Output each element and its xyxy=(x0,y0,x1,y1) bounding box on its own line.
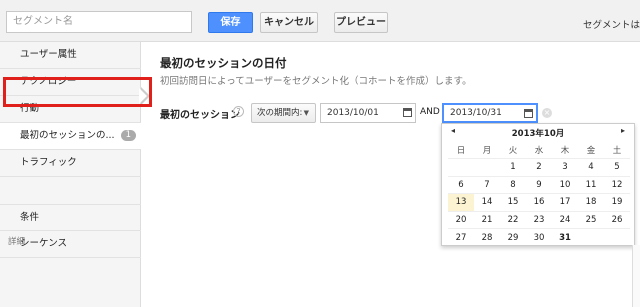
calendar-day[interactable]: 12 xyxy=(604,175,630,194)
scroll-edge xyxy=(632,245,640,307)
calendar-day[interactable]: 10 xyxy=(552,175,578,194)
calendar-icon[interactable] xyxy=(403,108,412,117)
calendar-empty-cell xyxy=(604,228,630,246)
calendar-day[interactable]: 11 xyxy=(578,175,604,194)
calendar-day[interactable]: 24 xyxy=(552,210,578,229)
weekday-label: 金 xyxy=(586,145,596,156)
sidebar-item-demographics[interactable]: ユーザー属性 xyxy=(0,42,141,69)
calendar-week-row: 12345 xyxy=(448,158,630,176)
calendar-day[interactable]: 3 xyxy=(552,158,578,176)
calendar-day[interactable]: 29 xyxy=(500,228,526,246)
sidebar-item-label: トラフィック xyxy=(20,157,77,168)
weekday-label: 土 xyxy=(612,145,622,156)
condition-count-badge: 1 xyxy=(120,130,136,141)
chevron-down-icon: ▼ xyxy=(303,109,309,117)
calendar-day[interactable]: 14 xyxy=(474,193,500,211)
calendar-day[interactable]: 18 xyxy=(578,193,604,211)
save-button[interactable]: 保存 xyxy=(208,12,253,33)
start-date-input[interactable]: 2013/10/01 xyxy=(320,103,416,123)
calendar-day[interactable]: 23 xyxy=(526,210,552,229)
sidebar-item-traffic-sources[interactable]: トラフィック xyxy=(0,150,141,177)
calendar-day[interactable]: 7 xyxy=(474,175,500,194)
weekday-label: 水 xyxy=(534,145,544,156)
end-date-input[interactable]: 2013/10/31 xyxy=(442,103,538,123)
calendar-day[interactable]: 22 xyxy=(500,210,526,229)
period-select-value: 次の期間内: xyxy=(257,108,303,118)
calendar-day[interactable]: 27 xyxy=(448,228,474,246)
sidebar-item-label: シーケンス xyxy=(20,238,68,249)
calendar-day[interactable]: 19 xyxy=(604,193,630,211)
calendar-empty-cell xyxy=(578,228,604,246)
sidebar-item-sequences[interactable]: シーケンス xyxy=(0,231,141,258)
calendar-week-row: 13 14 15 16 17 18 19 xyxy=(448,193,630,211)
segment-editor-toolbar: セグメント名 保存 キャンセル プレビュー セグメントは xyxy=(0,0,640,42)
calendar-day[interactable]: 6 xyxy=(448,175,474,194)
start-date-value: 2013/10/01 xyxy=(327,108,379,118)
weekday-label: 日 xyxy=(456,145,466,156)
end-date-value: 2013/10/31 xyxy=(450,108,502,118)
calendar-day[interactable]: 9 xyxy=(526,175,552,194)
sidebar-item-conditions[interactable]: 条件 xyxy=(0,204,141,231)
calendar-grid: 日月火水木金土 1 2 3 4 5 6 7 8 9 10 11 12 13 14 15 16 17 18 19 20 21… xyxy=(448,141,630,246)
date-picker-popup: ◂ 2013年10月 ▸ 日月火水木金土 1 2 3 4 5 6 7 8 9 10 11 12 13 14 1… xyxy=(441,123,635,246)
segment-name-input[interactable]: セグメント名 xyxy=(6,11,192,33)
weekday-header-row: 日月火水木金土 xyxy=(448,141,630,159)
next-month-icon[interactable]: ▸ xyxy=(621,126,625,135)
calendar-day[interactable]: 2 xyxy=(526,158,552,176)
calendar-day[interactable]: 25 xyxy=(578,210,604,229)
sidebar-item-label: 条件 xyxy=(20,212,40,223)
and-label: AND xyxy=(420,107,440,117)
calendar-day[interactable]: 8 xyxy=(500,175,526,194)
calendar-day[interactable]: 4 xyxy=(578,158,604,176)
weekday-label: 火 xyxy=(508,145,518,156)
segment-scope-label: セグメントは xyxy=(582,20,640,31)
page-description: 初回訪問日によってユーザーをセグメント化（コホートを作成）します。 xyxy=(160,76,472,87)
calendar-week-row: 20 21 22 23 24 25 26 xyxy=(448,210,630,229)
preview-button[interactable]: プレビュー xyxy=(334,12,388,33)
calendar-day[interactable]: 30 xyxy=(526,228,552,246)
calendar-empty-cell xyxy=(448,158,474,176)
calendar-day[interactable]: 31 xyxy=(552,228,578,246)
calendar-day[interactable]: 13 xyxy=(448,193,474,211)
period-select[interactable]: 次の期間内: ▼ xyxy=(251,103,316,123)
calendar-day[interactable]: 26 xyxy=(604,210,630,229)
calendar-day[interactable]: 21 xyxy=(474,210,500,229)
calendar-day[interactable]: 16 xyxy=(526,193,552,211)
sidebar-item-label: ユーザー属性 xyxy=(20,49,77,60)
page-title: 最初のセッションの日付 xyxy=(160,56,287,70)
cancel-button[interactable]: キャンセル xyxy=(260,12,318,33)
calendar-day[interactable]: 5 xyxy=(604,158,630,176)
calendar-day[interactable]: 28 xyxy=(474,228,500,246)
sidebar-item-date-of-first-session[interactable]: 最初のセッションの... 1 xyxy=(0,123,141,150)
calendar-empty-cell xyxy=(474,158,500,176)
calendar-icon[interactable] xyxy=(524,109,533,118)
weekday-label: 木 xyxy=(560,145,570,156)
sidebar-item-label: 最初のセッションの... xyxy=(20,130,115,141)
date-picker-header: ◂ 2013年10月 ▸ xyxy=(442,124,634,140)
calendar-day[interactable]: 20 xyxy=(448,210,474,229)
calendar-day[interactable]: 17 xyxy=(552,193,578,211)
first-session-label: 最初のセッション xyxy=(160,110,240,121)
calendar-day[interactable]: 1 xyxy=(500,158,526,176)
calendar-week-row: 27 28 29 30 31 xyxy=(448,228,630,246)
remove-condition-icon[interactable]: × xyxy=(542,108,552,118)
highlight-annotation-box xyxy=(3,77,152,107)
help-icon[interactable]: ? xyxy=(233,106,244,117)
calendar-week-row: 6 7 8 9 10 11 12 xyxy=(448,175,630,194)
month-label: 2013年10月 xyxy=(511,129,565,139)
weekday-label: 月 xyxy=(482,145,492,156)
calendar-day[interactable]: 15 xyxy=(500,193,526,211)
